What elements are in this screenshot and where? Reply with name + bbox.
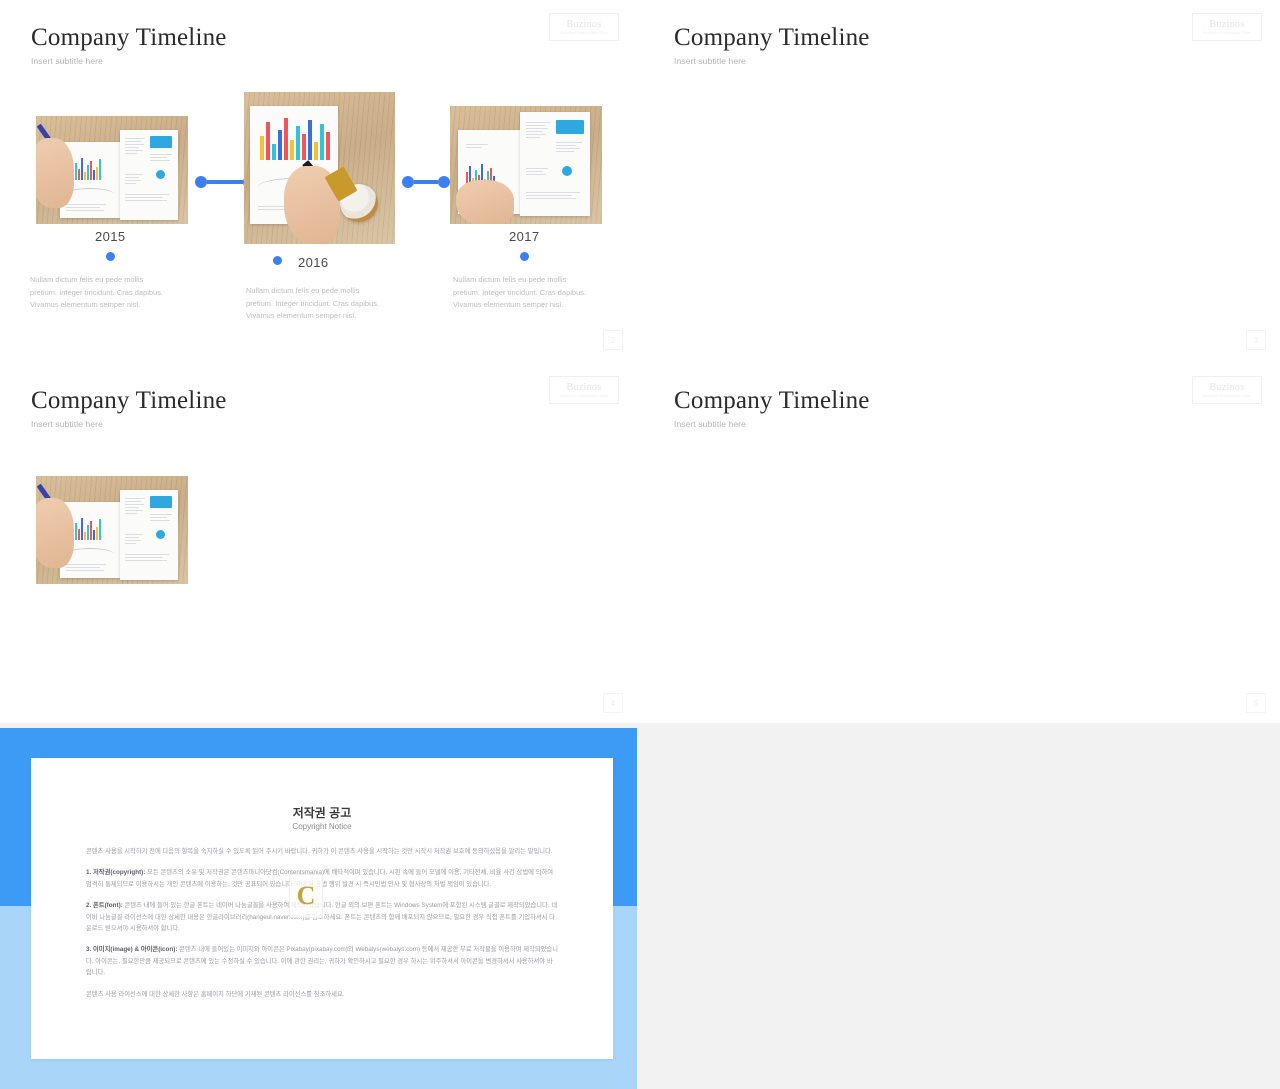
slide-deck-thumbnail-grid: Company Timeline Insert subtitle here Bu… — [0, 0, 1280, 1089]
year-label-2016: 2016 — [298, 255, 329, 270]
timeline-photo-2015 — [36, 116, 188, 224]
slide-green[interactable]: Company Timeline Insert subtitle here Bu… — [643, 0, 1280, 360]
brand-tagline: Business Presentation Slide — [1203, 394, 1251, 398]
grid-empty-cell — [637, 723, 1280, 1089]
year-dot-2016 — [273, 256, 282, 265]
page-title: Company Timeline — [674, 24, 870, 51]
brand-name: Buzinos — [566, 19, 602, 30]
timeline-photo-2017 — [450, 106, 602, 224]
brand-name: Buzinos — [566, 382, 602, 393]
page-subtitle: Insert subtitle here — [674, 419, 746, 429]
timeline-body-2016: Nullam dictum felis eu pede mollis preti… — [246, 286, 380, 321]
page-title: Company Timeline — [31, 387, 227, 414]
page-number: 4 — [603, 693, 623, 713]
copyright-title-ko: 저작권 공고 — [292, 806, 352, 820]
copyright-body: 콘텐츠 사용을 시작하기 전에 다음의 항목을 숙지하실 수 있도록 읽어 주시… — [86, 846, 558, 1010]
brand-name: Buzinos — [1209, 382, 1245, 393]
page-number: 2 — [603, 330, 623, 350]
timeline-photo-2016 — [244, 92, 395, 244]
page-title: Company Timeline — [674, 387, 870, 414]
timeline-photo-2015 — [36, 476, 188, 584]
watermark-logo-icon: C — [289, 874, 323, 918]
brand-tagline: Business Presentation Slide — [1203, 31, 1251, 35]
brand-badge: Buzinos Business Presentation Slide — [1192, 376, 1262, 404]
brand-tagline: Business Presentation Slide — [560, 394, 608, 398]
brand-badge: Buzinos Business Presentation Slide — [549, 376, 619, 404]
year-label-2015: 2015 — [95, 229, 126, 244]
page-number: 5 — [1246, 693, 1266, 713]
year-dot-2017 — [520, 252, 529, 261]
brand-name: Buzinos — [1209, 19, 1245, 30]
copyright-title-en: Copyright Notice — [292, 822, 352, 831]
timeline-connector-2 — [402, 176, 450, 188]
timeline-body-2017: Nullam dictum felis eu pede mollis preti… — [453, 275, 587, 310]
brand-badge: Buzinos Business Presentation Slide — [549, 13, 619, 41]
page-subtitle: Insert subtitle here — [31, 419, 103, 429]
slide-red[interactable]: Company Timeline Insert subtitle here Bu… — [643, 363, 1280, 723]
grid-gutter-horizontal — [0, 360, 1280, 363]
year-dot-2015 — [106, 252, 115, 261]
brand-tagline: Business Presentation Slide — [560, 31, 608, 35]
slide-yellow[interactable]: Company Timeline Insert subtitle here Bu… — [0, 363, 637, 723]
timeline-body-2015: Nullam dictum felis eu pede mollis preti… — [30, 275, 164, 310]
copyright-item-3: 3. 이미지(image) & 아이콘(icon): 콘텐츠 내에 들어있는 이… — [86, 946, 559, 977]
year-label-2017: 2017 — [509, 229, 540, 244]
copyright-intro: 콘텐츠 사용을 시작하기 전에 다음의 항목을 숙지하실 수 있도록 읽어 주시… — [86, 848, 553, 855]
slide-blue[interactable]: Company Timeline Insert subtitle here Bu… — [0, 0, 637, 360]
brand-badge: Buzinos Business Presentation Slide — [1192, 13, 1262, 41]
page-title: Company Timeline — [31, 24, 227, 51]
page-number: 3 — [1246, 330, 1266, 350]
page-subtitle: Insert subtitle here — [674, 56, 746, 66]
page-subtitle: Insert subtitle here — [31, 56, 103, 66]
copyright-footer: 콘텐츠 사용 라이선스에 대한 상세한 사항은 홈페이지 하단에 기재된 콘텐츠… — [86, 990, 345, 998]
